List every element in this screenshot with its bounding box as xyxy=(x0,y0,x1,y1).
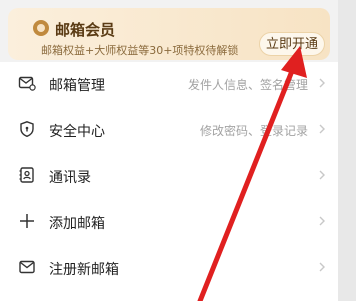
vip-badge-icon xyxy=(33,20,49,36)
vip-subtitle: 邮箱权益+大师权益等30+项特权待解锁 xyxy=(41,44,239,57)
chevron-right-icon xyxy=(319,262,325,272)
chevron-right-icon xyxy=(319,170,325,180)
menu-item-label: 添加邮箱 xyxy=(49,216,105,232)
chevron-right-icon xyxy=(319,124,325,134)
contacts-icon xyxy=(19,167,34,183)
menu-item-label: 安全中心 xyxy=(49,124,105,140)
chevron-right-icon xyxy=(319,216,325,226)
menu-item-label: 通讯录 xyxy=(49,170,91,186)
envelope-icon xyxy=(19,260,35,274)
side-strip xyxy=(338,0,356,301)
menu-item-mailbox-management[interactable]: 邮箱管理 发件人信息、签名管理 xyxy=(0,62,338,106)
vip-title: 邮箱会员 xyxy=(55,21,116,39)
mailbox-gear-icon xyxy=(18,76,36,91)
menu-item-label: 注册新邮箱 xyxy=(49,262,119,278)
menu-item-hint: 发件人信息、签名管理 xyxy=(187,78,308,92)
menu-item-contacts[interactable]: 通讯录 xyxy=(0,154,338,198)
shield-icon xyxy=(20,121,34,138)
activate-button[interactable]: 立即开通 xyxy=(259,32,325,56)
vip-banner[interactable]: 邮箱会员 邮箱权益+大师权益等30+项特权待解锁 立即开通 xyxy=(8,8,330,60)
menu-item-security-center[interactable]: 安全中心 修改密码、登录记录 xyxy=(0,108,338,152)
menu-item-register-mailbox[interactable]: 注册新邮箱 xyxy=(0,246,338,290)
settings-menu: 邮箱管理 发件人信息、签名管理 安全中心 修改密码、登录记录 通讯录 添加邮箱 … xyxy=(0,62,338,301)
menu-item-add-mailbox[interactable]: 添加邮箱 xyxy=(0,200,338,244)
menu-item-hint: 修改密码、登录记录 xyxy=(199,124,308,138)
plus-icon xyxy=(20,214,34,228)
chevron-right-icon xyxy=(319,78,325,88)
menu-item-label: 邮箱管理 xyxy=(49,78,105,94)
